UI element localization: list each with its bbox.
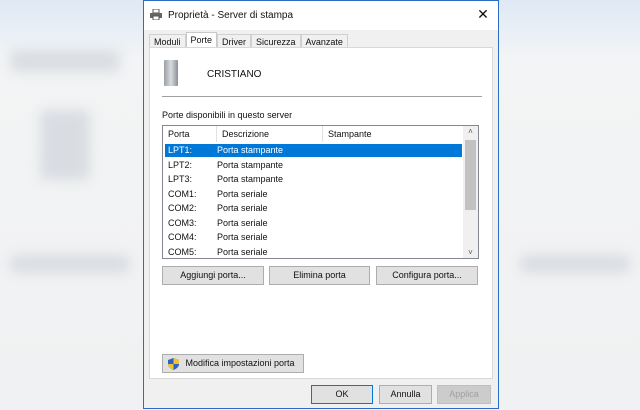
scrollbar[interactable]: ˄ ˅	[463, 126, 478, 258]
background-blur	[40, 110, 90, 180]
column-porta[interactable]: Porta	[163, 126, 217, 142]
properties-dialog: Proprietà - Server di stampa ✕ Moduli Po…	[143, 0, 499, 409]
port-cell: LPT2:	[168, 159, 193, 170]
window-title: Proprietà - Server di stampa	[168, 10, 294, 21]
background-blur	[10, 50, 120, 72]
table-row[interactable]: COM3: Porta seriale	[165, 217, 462, 230]
scroll-up-icon[interactable]: ˄	[463, 127, 478, 136]
table-row[interactable]: COM4: Porta seriale	[165, 231, 462, 244]
table-row[interactable]: LPT2: Porta stampante	[165, 159, 462, 172]
scroll-thumb[interactable]	[465, 140, 476, 210]
description-cell: Porta seriale	[217, 246, 268, 257]
ports-panel: CRISTIANO Porte disponibili in questo se…	[149, 47, 493, 379]
scroll-down-icon[interactable]: ˅	[463, 248, 478, 257]
description-cell: Porta seriale	[217, 217, 268, 228]
tab-avanzate[interactable]: Avanzate	[300, 34, 348, 48]
description-cell: Porta stampante	[217, 145, 284, 155]
add-port-button[interactable]: Aggiungi porta...	[162, 266, 264, 285]
column-descrizione[interactable]: Descrizione	[217, 126, 323, 142]
server-name: CRISTIANO	[207, 69, 262, 80]
description-cell: Porta stampante	[217, 159, 284, 170]
modify-port-settings-button[interactable]: Modifica impostazioni porta	[162, 354, 304, 373]
column-stampante[interactable]: Stampante	[323, 126, 463, 142]
title-bar: Proprietà - Server di stampa ✕	[144, 1, 498, 30]
description-cell: Porta seriale	[217, 203, 268, 213]
printer-icon	[150, 9, 162, 20]
port-cell: LPT3:	[168, 174, 193, 184]
description-cell: Porta seriale	[217, 188, 268, 199]
tab-sicurezza[interactable]: Sicurezza	[251, 34, 301, 48]
ports-label: Porte disponibili in questo server	[162, 110, 293, 120]
apply-button[interactable]: Applica	[437, 385, 491, 404]
cancel-button[interactable]: Annulla	[379, 385, 432, 404]
description-cell: Porta seriale	[217, 232, 268, 242]
ok-button[interactable]: OK	[311, 385, 373, 404]
table-row[interactable]: LPT1: Porta stampante	[165, 144, 462, 157]
description-cell: Porta stampante	[217, 174, 284, 184]
tab-bar: Moduli Porte Driver Sicurezza Avanzate	[149, 32, 348, 48]
delete-port-button[interactable]: Elimina porta	[269, 266, 370, 285]
table-row[interactable]: COM1: Porta seriale	[165, 188, 462, 201]
shield-icon	[168, 358, 179, 370]
port-cell: COM3:	[168, 217, 197, 228]
table-row[interactable]: COM2: Porta seriale	[165, 202, 462, 215]
background-blur	[520, 255, 630, 273]
modify-label: Modifica impostazioni porta	[185, 358, 295, 368]
divider	[162, 96, 482, 97]
tab-porte[interactable]: Porte	[185, 32, 218, 48]
server-icon	[164, 60, 178, 86]
port-cell: COM5:	[168, 246, 197, 257]
background-blur	[10, 255, 130, 273]
table-row[interactable]: LPT3: Porta stampante	[165, 173, 462, 186]
close-icon[interactable]: ✕	[474, 6, 492, 23]
port-cell: COM1:	[168, 188, 197, 199]
configure-port-button[interactable]: Configura porta...	[376, 266, 478, 285]
ports-list[interactable]: Porta Descrizione Stampante LPT1: Porta s…	[162, 125, 479, 259]
port-cell: LPT1:	[168, 145, 193, 155]
tab-moduli[interactable]: Moduli	[149, 34, 186, 48]
tab-driver[interactable]: Driver	[217, 34, 252, 48]
port-cell: COM4:	[168, 232, 197, 242]
table-row[interactable]: COM5: Porta seriale	[165, 246, 462, 259]
list-header: Porta Descrizione Stampante	[163, 126, 463, 142]
port-cell: COM2:	[168, 203, 197, 213]
